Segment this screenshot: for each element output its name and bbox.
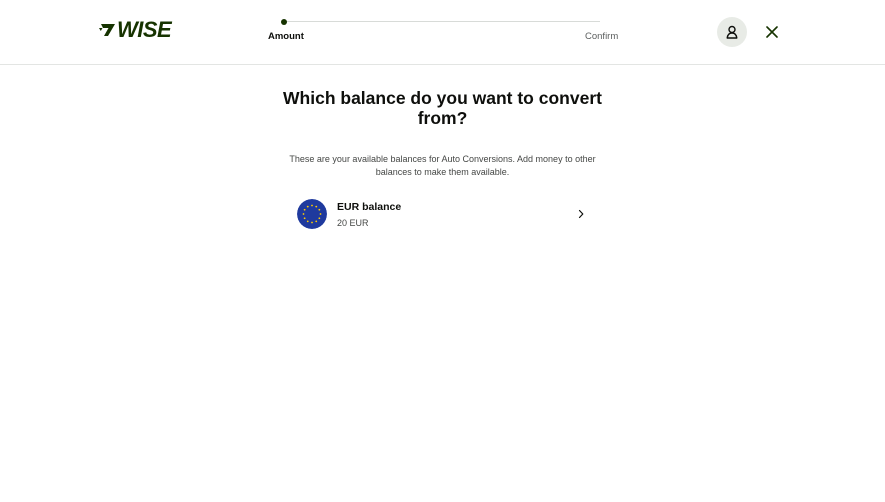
- page: WISE Amount Confirm Which balance do you…: [0, 0, 885, 502]
- logo-text: WISE: [117, 17, 172, 42]
- eu-flag-icon: [297, 199, 327, 229]
- profile-button[interactable]: [717, 17, 747, 47]
- person-icon: [726, 25, 738, 39]
- chevron-right-icon: [578, 209, 584, 219]
- stepper-current-dot: [281, 19, 287, 25]
- wise-logo[interactable]: WISE: [99, 17, 172, 42]
- stepper-track: [284, 21, 600, 22]
- balance-name: EUR balance: [337, 201, 402, 213]
- balance-amount: 20 EUR: [337, 218, 369, 228]
- page-subtitle: These are your available balances for Au…: [289, 154, 596, 177]
- header: WISE Amount Confirm: [0, 0, 885, 65]
- page-title: Which balance do you want to convert fro…: [283, 88, 602, 128]
- step-amount: Amount: [268, 31, 304, 42]
- wise-flag-icon: [99, 24, 115, 36]
- balance-item-eur[interactable]: EUR balance 20 EUR: [297, 197, 589, 231]
- close-icon: [766, 26, 778, 38]
- progress-stepper: Amount Confirm: [268, 14, 620, 50]
- step-confirm: Confirm: [585, 31, 619, 42]
- close-button[interactable]: [761, 21, 783, 43]
